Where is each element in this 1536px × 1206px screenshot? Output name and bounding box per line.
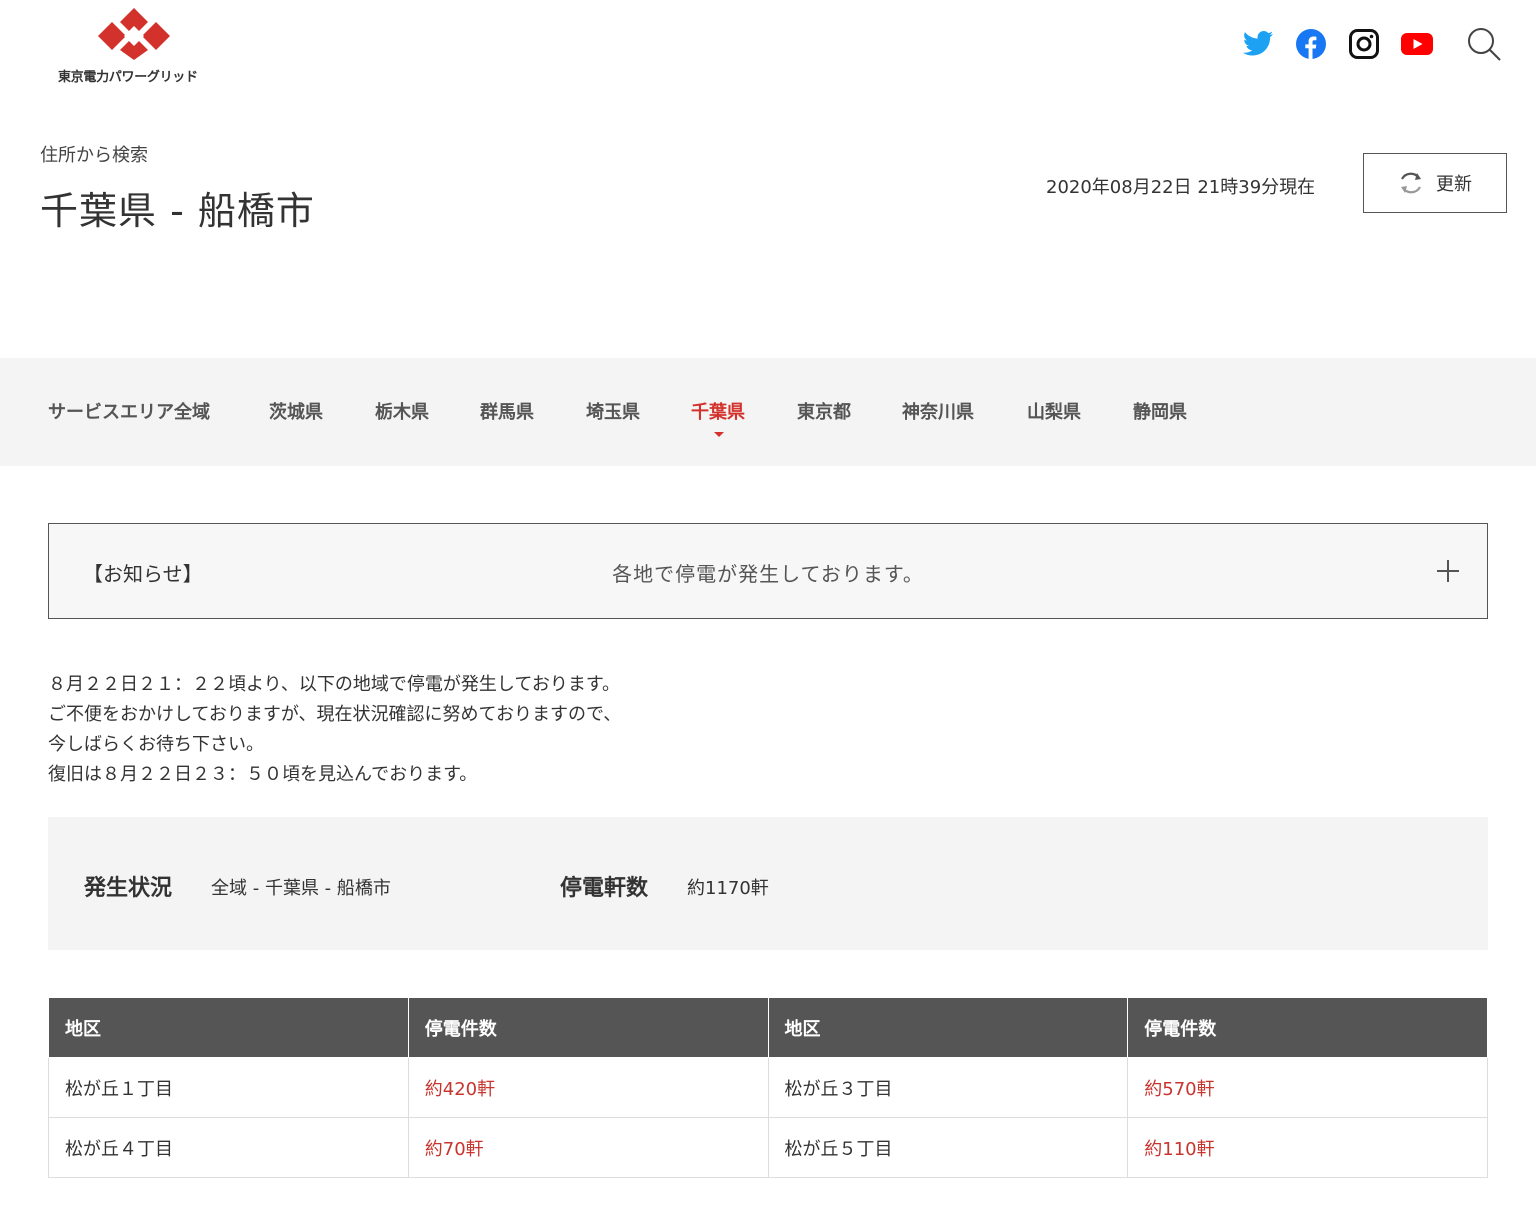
notice-accordion[interactable]: 【お知らせ】 各地で停電が発生しております。 bbox=[48, 523, 1488, 619]
outage-count-value: 約1170軒 bbox=[687, 878, 769, 899]
column-header-count: 停電件数 bbox=[1127, 997, 1488, 1058]
outage-message: ８月２２日２１：２２頃より、以下の地域で停電が発生しております。 ご不便をおかけ… bbox=[48, 670, 621, 790]
district-cell: 松が丘１丁目 bbox=[48, 1057, 409, 1118]
table-row: 松が丘４丁目 約70軒 松が丘５丁目 約110軒 bbox=[48, 1117, 1488, 1178]
refresh-label: 更新 bbox=[1436, 174, 1472, 195]
page-title: 千葉県 - 船橋市 bbox=[40, 189, 315, 233]
youtube-icon bbox=[1401, 33, 1433, 55]
status-summary: 発生状況 全域 - 千葉県 - 船橋市 停電軒数 約1170軒 bbox=[48, 817, 1488, 950]
search-icon bbox=[1468, 28, 1501, 61]
pref-tab-saitama[interactable]: 埼玉県 bbox=[586, 398, 640, 424]
count-cell: 約570軒 bbox=[1127, 1057, 1488, 1118]
facebook-icon bbox=[1296, 29, 1326, 59]
count-cell: 約110軒 bbox=[1127, 1117, 1488, 1178]
instagram-icon bbox=[1349, 29, 1379, 59]
pref-tab-chiba[interactable]: 千葉県 bbox=[691, 398, 745, 424]
count-cell: 約70軒 bbox=[407, 1117, 769, 1178]
pref-tab-gunma[interactable]: 群馬県 bbox=[480, 398, 534, 424]
district-cell: 松が丘５丁目 bbox=[767, 1117, 1129, 1178]
pref-tab-all[interactable]: サービスエリア全域 bbox=[48, 398, 210, 424]
prefecture-nav: サービスエリア全域 茨城県 栃木県 群馬県 埼玉県 千葉県 東京都 神奈川県 山… bbox=[0, 358, 1536, 466]
update-timestamp: 2020年08月22日 21時39分現在 bbox=[1046, 177, 1316, 198]
company-logo[interactable]: 東京電力パワーグリッド bbox=[58, 8, 214, 88]
situation-value: 全域 - 千葉県 - 船橋市 bbox=[211, 878, 391, 899]
youtube-link[interactable] bbox=[1399, 26, 1435, 62]
pref-tab-shizuoka[interactable]: 静岡県 bbox=[1133, 398, 1187, 424]
expand-plus-icon[interactable] bbox=[1437, 560, 1459, 582]
column-header-district: 地区 bbox=[767, 997, 1129, 1058]
situation-label: 発生状況 bbox=[84, 876, 173, 901]
refresh-icon bbox=[1401, 172, 1421, 194]
district-cell: 松が丘４丁目 bbox=[48, 1117, 409, 1178]
outage-table: 地区 停電件数 地区 停電件数 松が丘１丁目 約420軒 松が丘３丁目 約570… bbox=[48, 997, 1488, 1178]
refresh-button[interactable]: 更新 bbox=[1363, 153, 1507, 213]
breadcrumb[interactable]: 住所から検索 bbox=[40, 141, 148, 167]
twitter-link[interactable] bbox=[1240, 26, 1276, 62]
message-line: 今しばらくお待ち下さい。 bbox=[48, 734, 264, 755]
logo-text: 東京電力パワーグリッド bbox=[58, 70, 198, 85]
search-button[interactable] bbox=[1464, 24, 1504, 64]
column-header-count: 停電件数 bbox=[407, 997, 769, 1058]
message-line: ８月２２日２１：２２頃より、以下の地域で停電が発生しております。 bbox=[48, 674, 621, 695]
column-header-district: 地区 bbox=[48, 997, 409, 1058]
outage-count-label: 停電軒数 bbox=[560, 876, 649, 901]
pref-tab-tokyo[interactable]: 東京都 bbox=[797, 398, 851, 424]
logo-mark-icon bbox=[98, 8, 170, 60]
pref-tab-kanagawa[interactable]: 神奈川県 bbox=[902, 398, 974, 424]
facebook-link[interactable] bbox=[1293, 26, 1329, 62]
pref-tab-yamanashi[interactable]: 山梨県 bbox=[1027, 398, 1081, 424]
table-row: 松が丘１丁目 約420軒 松が丘３丁目 約570軒 bbox=[48, 1057, 1488, 1118]
count-cell: 約420軒 bbox=[407, 1057, 769, 1118]
instagram-link[interactable] bbox=[1346, 26, 1382, 62]
active-tab-indicator bbox=[714, 432, 724, 437]
district-cell: 松が丘３丁目 bbox=[767, 1057, 1129, 1118]
notice-text: 各地で停電が発生しております。 bbox=[612, 562, 924, 586]
message-line: 復旧は８月２２日２３：５０頃を見込んでおります。 bbox=[48, 764, 478, 785]
twitter-icon bbox=[1243, 31, 1273, 56]
pref-tab-tochigi[interactable]: 栃木県 bbox=[375, 398, 429, 424]
message-line: ご不便をおかけしておりますが、現在状況確認に努めておりますので、 bbox=[48, 704, 622, 725]
pref-tab-ibaraki[interactable]: 茨城県 bbox=[269, 398, 323, 424]
table-header-row: 地区 停電件数 地区 停電件数 bbox=[48, 997, 1488, 1058]
